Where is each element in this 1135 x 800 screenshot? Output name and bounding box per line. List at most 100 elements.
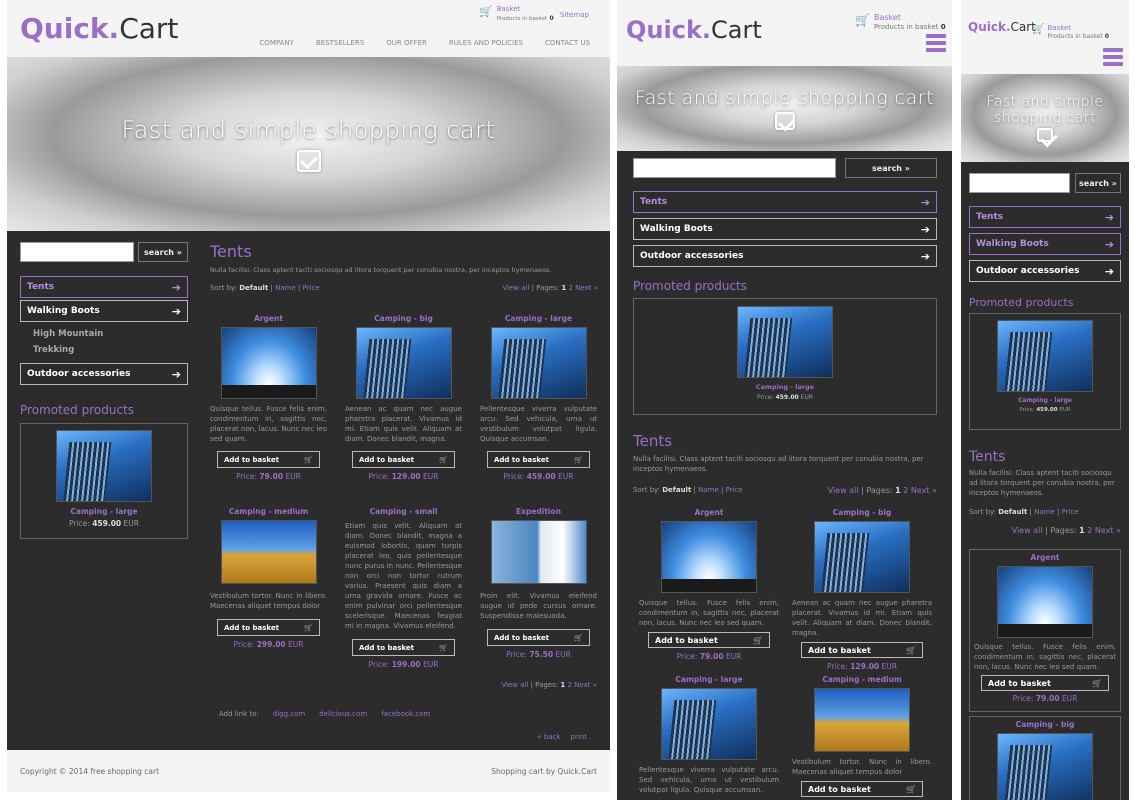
logo[interactable]: Quick.Cart (968, 20, 1036, 34)
search-button[interactable]: search » (845, 158, 937, 178)
add-to-basket-button[interactable]: Add to basket 🛒 (487, 451, 590, 468)
credit[interactable]: Shopping cart by Quick.Cart (491, 767, 597, 776)
product-name[interactable]: Camping - big (792, 508, 932, 517)
search-button[interactable]: search » (1075, 173, 1121, 193)
page-2-link[interactable]: 2 (903, 486, 908, 495)
product-image[interactable] (997, 566, 1093, 638)
product-image[interactable] (661, 521, 757, 593)
hero-title: Fast and simple shopping cart (121, 116, 496, 144)
category-tents[interactable]: Tents ➔ (633, 191, 937, 213)
page-2-link[interactable]: 2 (1087, 526, 1092, 535)
view-all-link[interactable]: View all (1012, 526, 1043, 535)
add-to-basket-button[interactable]: Add to basket 🛒 (487, 629, 590, 646)
nav-company[interactable]: COMPANY (259, 39, 294, 47)
basket-widget[interactable]: 🛒 Basket Products in basket 0 (479, 5, 554, 24)
sort-name[interactable]: Name (275, 284, 296, 292)
sitemap-link[interactable]: Sitemap (560, 11, 589, 19)
product-image[interactable] (220, 520, 317, 584)
product-image[interactable] (490, 520, 587, 584)
arrow-right-icon: ➔ (171, 367, 181, 381)
category-outdoor-accessories[interactable]: Outdoor accessories ➔ (633, 245, 937, 267)
page-2-link[interactable]: 2 (567, 681, 571, 689)
facebook-link[interactable]: facebook.com (381, 710, 430, 718)
product-image[interactable] (355, 327, 452, 399)
product-name[interactable]: Argent (210, 314, 327, 323)
product-image[interactable] (220, 327, 317, 399)
promoted-product-name[interactable]: Camping - large (21, 507, 187, 516)
menu-icon[interactable] (1103, 48, 1123, 69)
product-image[interactable] (814, 688, 910, 752)
search-input[interactable] (969, 173, 1070, 193)
category-walking-boots[interactable]: Walking Boots ➔ (20, 300, 188, 322)
promoted-product-name[interactable]: Camping - large (634, 383, 936, 391)
subcategory-trekking[interactable]: Trekking (20, 342, 188, 358)
category-walking-boots[interactable]: Walking Boots ➔ (633, 218, 937, 240)
sort-name[interactable]: Name (1034, 508, 1055, 516)
print-link[interactable]: print (571, 733, 587, 741)
delicious-link[interactable]: delicious.com (319, 710, 367, 718)
promoted-product-image[interactable] (56, 430, 152, 502)
product-name[interactable]: Camping - large (639, 675, 779, 684)
sort-default[interactable]: Default (662, 486, 691, 494)
add-to-basket-button[interactable]: Add to basket 🛒 (981, 675, 1109, 691)
product-name[interactable]: Camping - medium (210, 507, 327, 516)
digg-link[interactable]: digg.com (273, 710, 305, 718)
product-image[interactable] (490, 327, 587, 399)
category-outdoor-accessories[interactable]: Outdoor accessories ➔ (969, 260, 1121, 282)
nav-our-offer[interactable]: OUR OFFER (386, 39, 427, 47)
back-link[interactable]: « back (537, 733, 560, 741)
view-all-link-bottom[interactable]: View all (501, 681, 528, 689)
menu-icon[interactable] (926, 34, 946, 55)
next-link[interactable]: Next » (574, 681, 597, 689)
category-tents[interactable]: Tents ➔ (969, 206, 1121, 228)
product-name[interactable]: Camping - big (345, 314, 462, 323)
product-name[interactable]: Camping - big (974, 720, 1116, 729)
add-to-basket-button[interactable]: Add to basket 🛒 (352, 639, 455, 656)
sort-price[interactable]: Price (1062, 508, 1079, 516)
add-to-basket-button[interactable]: Add to basket 🛒 (217, 619, 320, 636)
search-input[interactable] (20, 242, 134, 262)
basket-widget[interactable]: 🛒 Basket Products in basket 0 (1032, 24, 1109, 41)
product-image[interactable] (661, 688, 757, 760)
search-button[interactable]: search » (138, 242, 188, 262)
promoted-product-image[interactable] (737, 306, 833, 378)
view-all-link[interactable]: View all (502, 284, 529, 292)
sort-price[interactable]: Price (303, 284, 320, 292)
basket-widget[interactable]: 🛒 Basket Products in basket 0 (855, 13, 946, 32)
product-name[interactable]: Argent (639, 508, 779, 517)
add-to-basket-button[interactable]: Add to basket 🛒 (801, 781, 923, 797)
category-tents[interactable]: Tents ➔ (20, 276, 188, 298)
nav-contact[interactable]: CONTACT US (545, 39, 590, 47)
nav-bestsellers[interactable]: BESTSELLERS (316, 39, 364, 47)
product-name[interactable]: Camping - large (480, 314, 597, 323)
product-name[interactable]: Camping - medium (792, 675, 932, 684)
add-to-basket-button[interactable]: Add to basket 🛒 (648, 632, 770, 648)
category-outdoor-accessories[interactable]: Outdoor accessories ➔ (20, 363, 188, 385)
currency: EUR (423, 472, 439, 481)
sort-price[interactable]: Price (726, 486, 743, 494)
search-input[interactable] (633, 158, 836, 178)
promoted-product-name[interactable]: Camping - large (970, 397, 1120, 404)
sort-default[interactable]: Default (998, 508, 1027, 516)
next-link[interactable]: Next » (575, 284, 598, 292)
product-name[interactable]: Expedition (480, 507, 597, 516)
sort-name[interactable]: Name (698, 486, 719, 494)
product-name[interactable]: Argent (974, 553, 1116, 562)
product-image[interactable] (814, 521, 910, 593)
add-to-basket-button[interactable]: Add to basket 🛒 (801, 642, 923, 658)
view-all-link[interactable]: View all (828, 486, 859, 495)
promoted-product-image[interactable] (997, 320, 1093, 392)
next-link[interactable]: Next » (911, 486, 937, 495)
sort-default[interactable]: Default (239, 284, 268, 292)
product-name[interactable]: Camping - small (345, 507, 462, 516)
add-to-basket-button[interactable]: Add to basket 🛒 (352, 451, 455, 468)
subcategory-high-mountain[interactable]: High Mountain (20, 326, 188, 342)
page-2-link[interactable]: 2 (568, 284, 572, 292)
nav-rules[interactable]: RULES AND POLICIES (449, 39, 523, 47)
logo[interactable]: Quick.Cart (626, 16, 762, 44)
logo[interactable]: Quick.Cart (20, 12, 178, 45)
next-link[interactable]: Next » (1095, 526, 1121, 535)
add-to-basket-button[interactable]: Add to basket 🛒 (217, 451, 320, 468)
product-image[interactable] (997, 733, 1093, 800)
category-walking-boots[interactable]: Walking Boots ➔ (969, 233, 1121, 255)
